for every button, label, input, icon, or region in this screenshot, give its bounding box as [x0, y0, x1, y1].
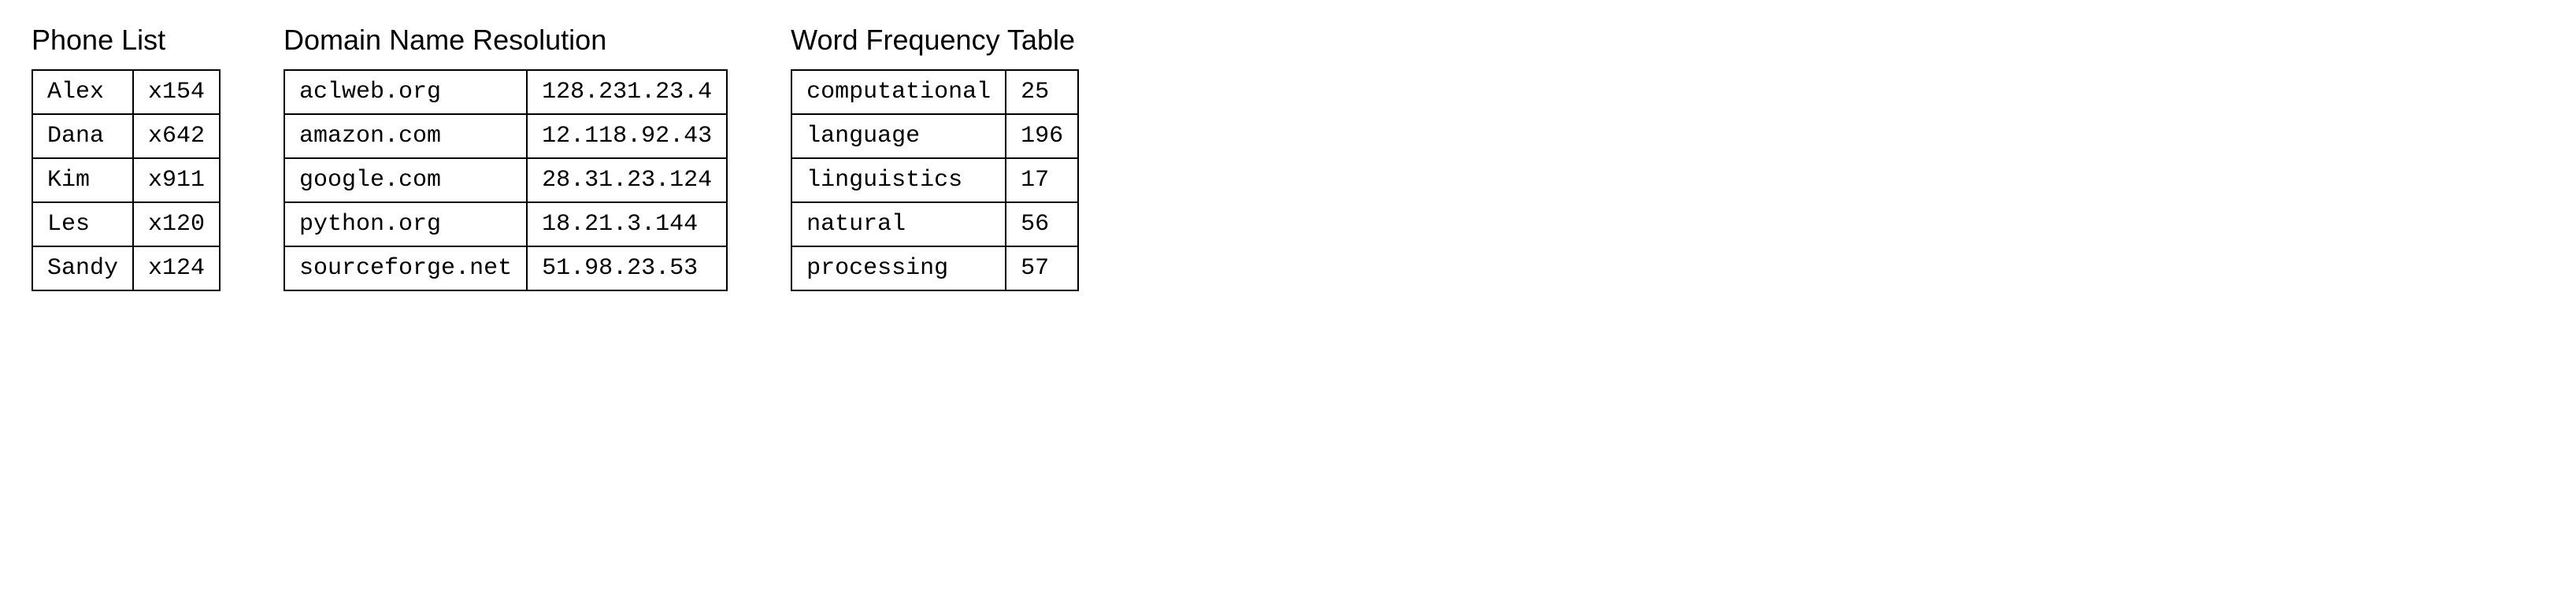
table-row: language 196: [791, 114, 1078, 158]
phone-ext: x642: [133, 114, 220, 158]
domain-name: amazon.com: [284, 114, 527, 158]
domain-ip: 18.21.3.144: [527, 202, 727, 246]
table-row: sourceforge.net 51.98.23.53: [284, 246, 727, 290]
domain-ip: 51.98.23.53: [527, 246, 727, 290]
table-row: Sandy x124: [32, 246, 220, 290]
table-row: aclweb.org 128.231.23.4: [284, 70, 727, 114]
domain-name: aclweb.org: [284, 70, 527, 114]
word: processing: [791, 246, 1006, 290]
domain-name: python.org: [284, 202, 527, 246]
table-row: python.org 18.21.3.144: [284, 202, 727, 246]
word-freq-section: Word Frequency Table computational 25 la…: [791, 24, 1079, 291]
word: natural: [791, 202, 1006, 246]
frequency: 56: [1006, 202, 1078, 246]
word-freq-table: computational 25 language 196 linguistic…: [791, 69, 1079, 291]
phone-name: Dana: [32, 114, 133, 158]
phone-list-title: Phone List: [32, 24, 221, 57]
domain-list-table: aclweb.org 128.231.23.4 amazon.com 12.11…: [284, 69, 728, 291]
table-row: processing 57: [791, 246, 1078, 290]
phone-name: Sandy: [32, 246, 133, 290]
frequency: 196: [1006, 114, 1078, 158]
table-row: Dana x642: [32, 114, 220, 158]
table-row: computational 25: [791, 70, 1078, 114]
table-row: natural 56: [791, 202, 1078, 246]
phone-list-table: Alex x154 Dana x642 Kim x911 Les x120 Sa…: [32, 69, 221, 291]
word: language: [791, 114, 1006, 158]
frequency: 57: [1006, 246, 1078, 290]
domain-ip: 128.231.23.4: [527, 70, 727, 114]
phone-name: Alex: [32, 70, 133, 114]
domain-list-title: Domain Name Resolution: [284, 24, 728, 57]
word: computational: [791, 70, 1006, 114]
domain-list-section: Domain Name Resolution aclweb.org 128.23…: [284, 24, 728, 291]
table-row: Alex x154: [32, 70, 220, 114]
frequency: 17: [1006, 158, 1078, 202]
phone-name: Les: [32, 202, 133, 246]
word-freq-title: Word Frequency Table: [791, 24, 1079, 57]
phone-ext: x124: [133, 246, 220, 290]
frequency: 25: [1006, 70, 1078, 114]
phone-list-section: Phone List Alex x154 Dana x642 Kim x911 …: [32, 24, 221, 291]
phone-ext: x911: [133, 158, 220, 202]
table-row: linguistics 17: [791, 158, 1078, 202]
phone-ext: x154: [133, 70, 220, 114]
phone-name: Kim: [32, 158, 133, 202]
domain-ip: 28.31.23.124: [527, 158, 727, 202]
table-row: Les x120: [32, 202, 220, 246]
domain-ip: 12.118.92.43: [527, 114, 727, 158]
table-row: amazon.com 12.118.92.43: [284, 114, 727, 158]
word: linguistics: [791, 158, 1006, 202]
domain-name: sourceforge.net: [284, 246, 527, 290]
table-row: Kim x911: [32, 158, 220, 202]
phone-ext: x120: [133, 202, 220, 246]
table-row: google.com 28.31.23.124: [284, 158, 727, 202]
domain-name: google.com: [284, 158, 527, 202]
